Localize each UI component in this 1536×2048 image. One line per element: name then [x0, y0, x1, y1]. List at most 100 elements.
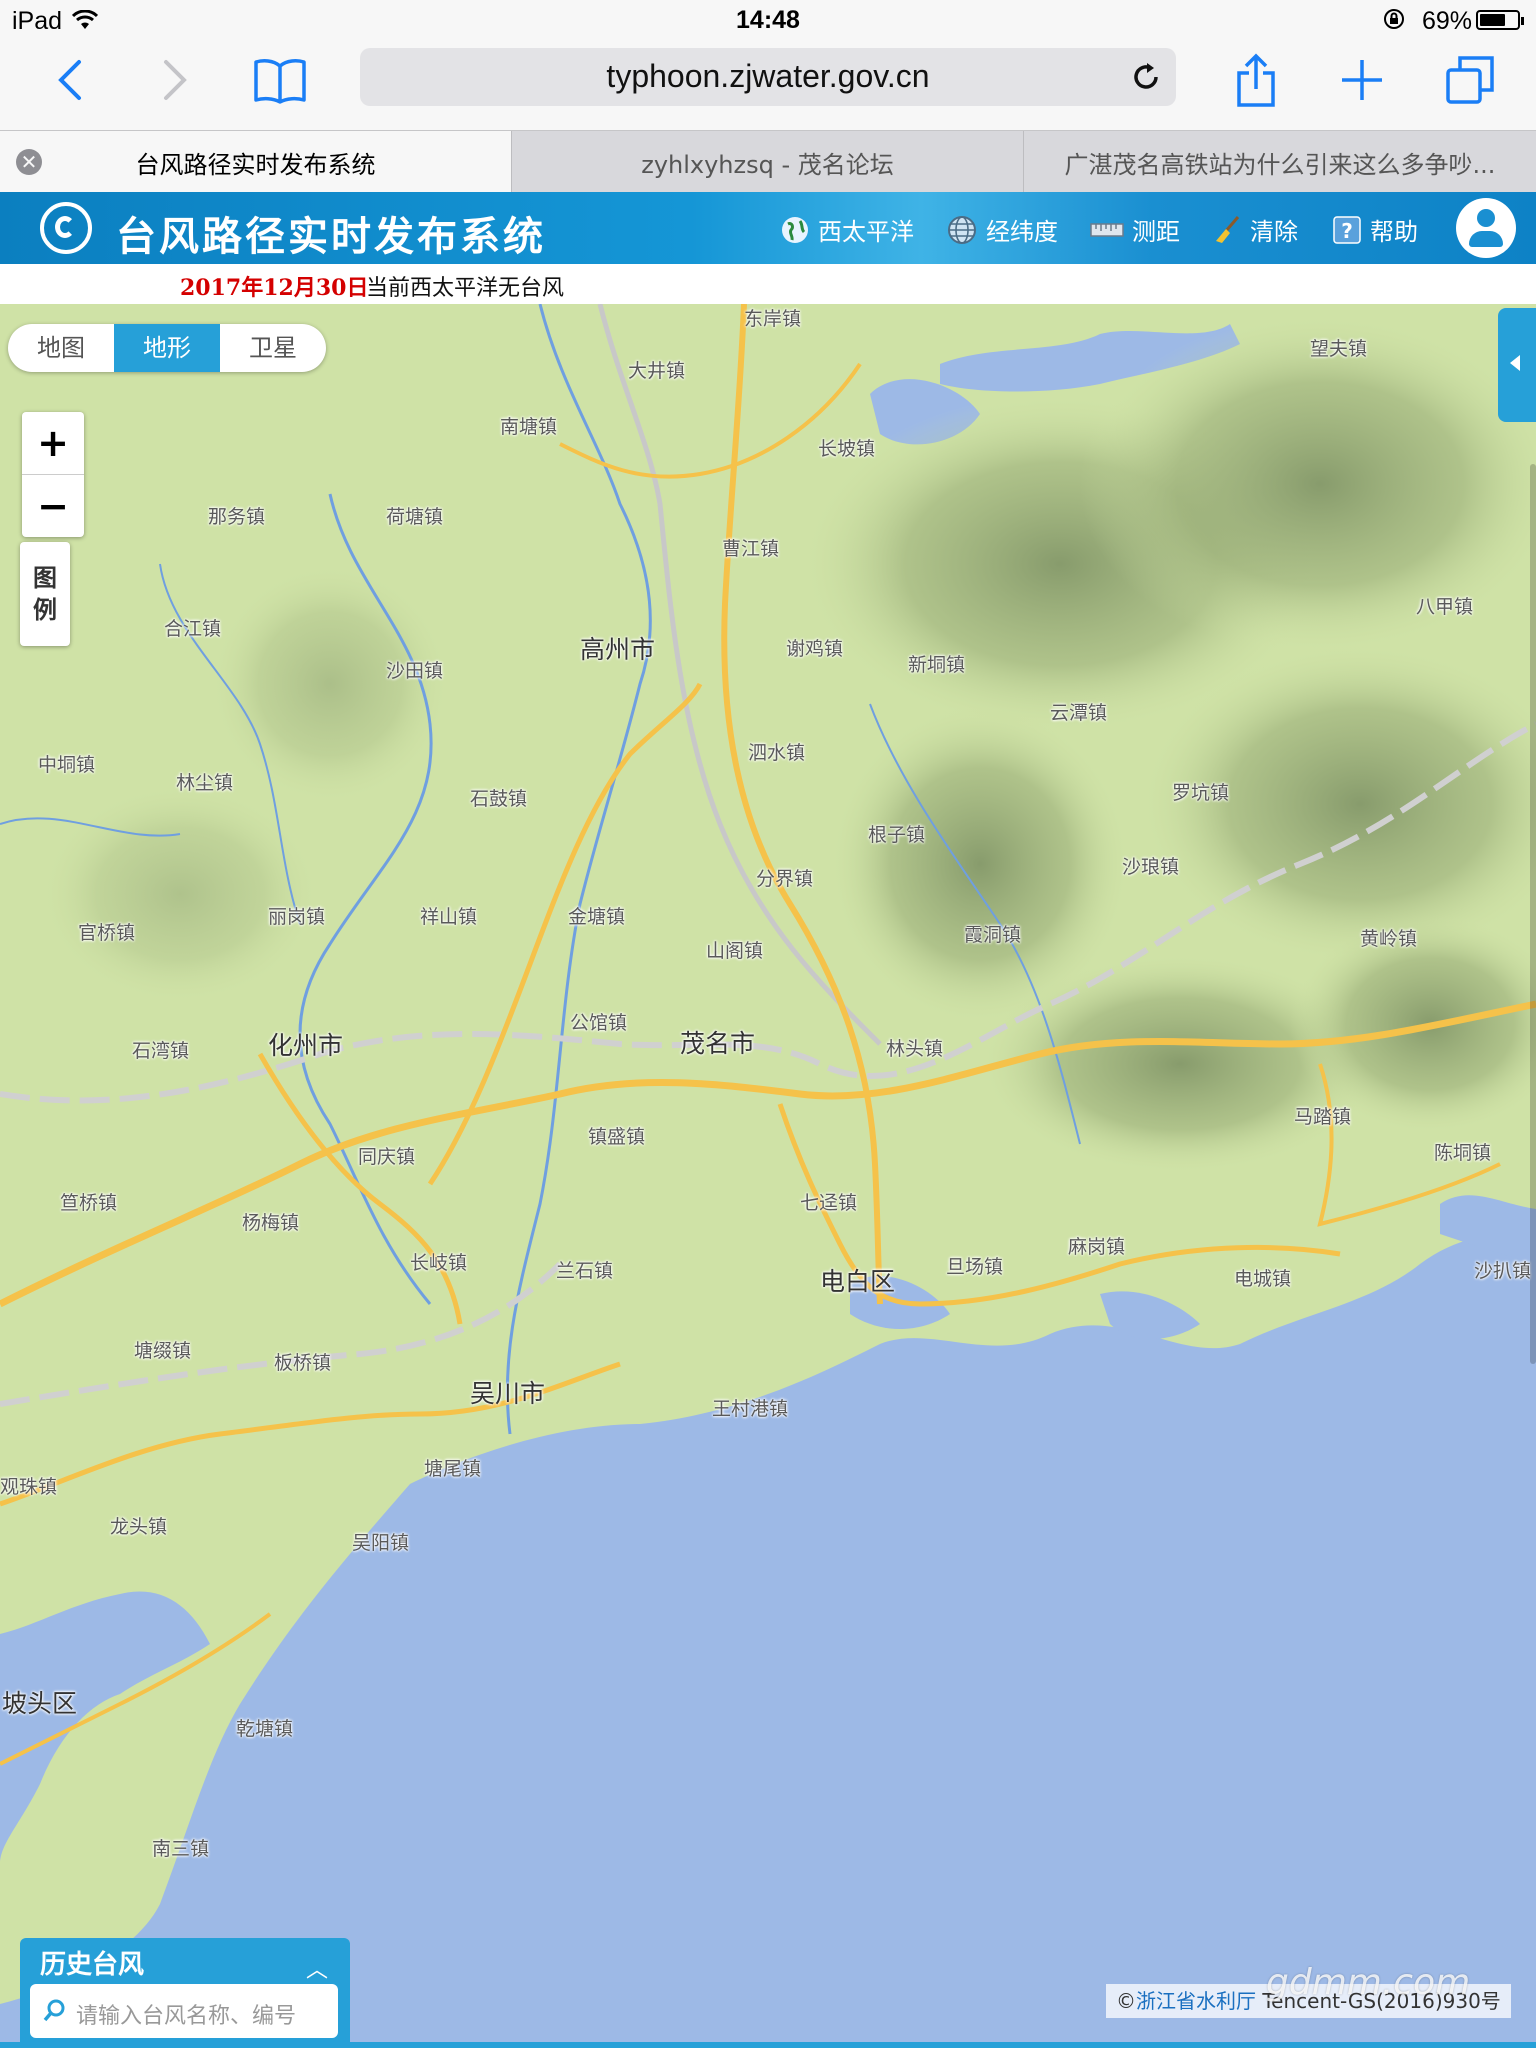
map-label: 谢鸡镇 — [786, 638, 844, 660]
map-type-map[interactable]: 地图 — [8, 324, 114, 372]
map-label: 望夫镇 — [1310, 338, 1368, 360]
map-label: 马踏镇 — [1294, 1106, 1352, 1128]
watermark: gdmm.com — [1266, 1962, 1471, 2003]
tab-title: 台风路径实时发布系统 — [135, 150, 376, 179]
close-icon[interactable]: ✕ — [16, 149, 42, 175]
zoom-control: + − — [22, 412, 84, 537]
status-bar: iPad 14:48 69% — [0, 0, 1536, 40]
map-label: 林尘镇 — [176, 772, 234, 794]
map-label: 南三镇 — [152, 1838, 210, 1860]
new-tab-button[interactable] — [1332, 50, 1392, 110]
grid-globe-icon — [948, 215, 976, 244]
map-label: 板桥镇 — [274, 1352, 332, 1374]
user-avatar-button[interactable] — [1456, 198, 1516, 258]
map-label: 金塘镇 — [568, 906, 626, 928]
map-label: 麻岗镇 — [1068, 1236, 1126, 1258]
map-label: 吴阳镇 — [352, 1532, 410, 1554]
map-label: 八甲镇 — [1416, 596, 1474, 618]
map-label: 罗坑镇 — [1172, 782, 1230, 804]
zoom-in-button[interactable]: + — [22, 412, 84, 474]
map-label: 塘缀镇 — [134, 1340, 192, 1362]
map-type-terrain[interactable]: 地形 — [114, 324, 220, 372]
map-label: 那务镇 — [208, 506, 266, 528]
tab-news[interactable]: 广湛茂名高铁站为什么引来这么多争吵... — [1024, 131, 1536, 193]
nav-latlng[interactable]: 经纬度 — [946, 212, 1058, 247]
address-bar[interactable]: typhoon.zjwater.gov.cn — [360, 48, 1176, 106]
map-label: 祥山镇 — [420, 906, 478, 928]
map-label: 龙头镇 — [110, 1516, 168, 1538]
share-button[interactable] — [1226, 50, 1286, 110]
copyright-link[interactable]: 浙江省水利厅 — [1136, 1989, 1256, 2013]
map-label: 林头镇 — [886, 1038, 944, 1060]
city-label: 茂名市 — [680, 1029, 756, 1058]
site-header: 台风路径实时发布系统 西太平洋 经纬度 测距 清除 ? 帮助 — [0, 192, 1536, 264]
nav-label: 西太平洋 — [818, 218, 914, 246]
battery-icon — [1476, 10, 1524, 30]
map-label: 根子镇 — [868, 824, 926, 846]
nav-measure[interactable]: 测距 — [1090, 212, 1180, 247]
city-label: 吴川市 — [470, 1379, 546, 1408]
notice-message: 当前西太平洋无台风 — [366, 276, 565, 301]
map-label: 沙扒镇 — [1474, 1260, 1532, 1282]
chevron-right-icon — [164, 60, 187, 100]
svg-text:?: ? — [1341, 219, 1353, 243]
notice-bar: 2017年12月30日 当前西太平洋无台风 — [0, 264, 1536, 305]
nav-help[interactable]: ? 帮助 — [1332, 212, 1418, 247]
map-label: 塘尾镇 — [424, 1458, 482, 1480]
scrollbar[interactable] — [1530, 464, 1536, 1364]
nav-west-pacific[interactable]: 西太平洋 — [780, 212, 914, 247]
legend-button[interactable]: 图 例 — [20, 542, 70, 646]
map-type-satellite[interactable]: 卫星 — [220, 324, 326, 372]
book-icon — [254, 59, 306, 104]
legend-label: 图 — [33, 564, 57, 592]
map-label: 官桥镇 — [78, 922, 136, 944]
map-label: 泗水镇 — [748, 742, 806, 764]
bookmarks-button[interactable] — [250, 50, 310, 110]
map-label: 七迳镇 — [800, 1192, 858, 1214]
map-label: 镇盛镇 — [588, 1126, 646, 1148]
terrain-map[interactable]: 东岸镇 大井镇 南塘镇 长坡镇 曹江镇 那务镇 荷塘镇 合江镇 沙田镇 谢鸡镇 … — [0, 304, 1536, 2048]
chevron-up-icon[interactable]: ︿ — [306, 1952, 328, 1984]
map-label: 乾塘镇 — [236, 1718, 294, 1740]
site-title: 台风路径实时发布系统 — [116, 214, 546, 260]
map-canvas[interactable] — [0, 304, 1536, 2048]
history-typhoon-panel: 历史台风 ︿ 请输入台风名称、编号 — [20, 1938, 350, 2048]
share-icon — [1237, 53, 1275, 107]
rotation-lock-icon — [1382, 7, 1406, 38]
chevron-left-icon — [58, 60, 81, 100]
back-button[interactable] — [40, 50, 100, 110]
map-label: 沙琅镇 — [1122, 856, 1180, 878]
map-label: 观珠镇 — [0, 1476, 58, 1498]
city-label: 化州市 — [268, 1031, 344, 1060]
history-title: 历史台风 — [40, 1950, 145, 1980]
tab-typhoon[interactable]: ✕ 台风路径实时发布系统 — [0, 131, 512, 193]
map-label: 兰石镇 — [556, 1260, 614, 1282]
site-logo — [40, 202, 92, 254]
browser-toolbar: typhoon.zjwater.gov.cn — [0, 40, 1536, 130]
ruler-icon — [1090, 222, 1124, 237]
plus-icon — [1342, 60, 1382, 100]
url-text: typhoon.zjwater.gov.cn — [606, 58, 930, 94]
map-label: 中垌镇 — [38, 754, 96, 776]
nav-clear[interactable]: 清除 — [1212, 212, 1298, 247]
reload-icon[interactable] — [1130, 61, 1162, 93]
map-label: 同庆镇 — [358, 1146, 416, 1168]
map-label: 王村港镇 — [712, 1398, 789, 1420]
forward-button[interactable] — [145, 50, 205, 110]
broom-icon — [1216, 215, 1240, 243]
map-label: 大井镇 — [628, 360, 686, 382]
nav-label: 经纬度 — [986, 218, 1058, 246]
tabs-icon — [1446, 56, 1494, 104]
map-label: 丽岗镇 — [268, 906, 326, 928]
map-label: 分界镇 — [756, 868, 814, 890]
map-label: 石鼓镇 — [470, 788, 528, 810]
tab-forum[interactable]: zyhlxyhzsq - 茂名论坛 — [512, 131, 1024, 193]
tab-bar: ✕ 台风路径实时发布系统 zyhlxyhzsq - 茂名论坛 广湛茂名高铁站为什… — [0, 130, 1536, 193]
side-panel-toggle[interactable] — [1498, 308, 1536, 422]
bottom-bar — [0, 2042, 1536, 2048]
battery-percent: 69% — [1422, 7, 1473, 35]
typhoon-search-input[interactable]: 请输入台风名称、编号 — [30, 1984, 338, 2038]
zoom-out-button[interactable]: − — [22, 474, 84, 537]
tabs-overview-button[interactable] — [1440, 50, 1500, 110]
clock: 14:48 — [736, 6, 800, 34]
